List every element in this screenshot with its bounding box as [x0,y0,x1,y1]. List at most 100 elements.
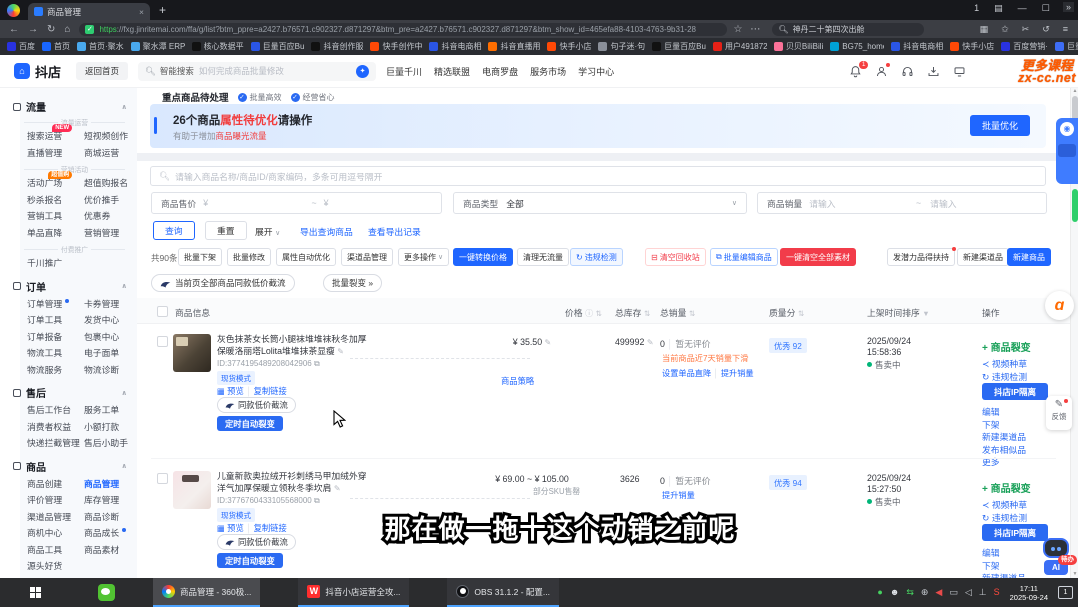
sidebar-item[interactable]: 评价管理 [27,492,70,509]
sidebar-item[interactable]: 千川推广 [27,255,70,272]
side-float-widget[interactable]: ◉ [1056,118,1078,184]
op-link[interactable]: 下架 [982,560,1026,573]
batch-edit-button[interactable]: ⧉批量编辑商品 [710,248,778,266]
sidebar-item[interactable]: 商品管理 [84,476,127,493]
sidebar-item[interactable]: 营销工具 [27,208,70,225]
sidebar-item[interactable]: 卡券管理 [84,296,127,313]
copy-icon[interactable]: ⧉ [314,359,320,368]
col-price[interactable]: 价格 ⓘ ⇅ [565,306,602,319]
price-range-filter[interactable]: 商品售价 ¥ ~ ¥ [151,192,442,214]
sidebar-item[interactable]: 秒杀报名 [27,192,70,209]
sidebar-section-aftersale[interactable]: 售后∧ [27,385,127,400]
bookmark-star-icon[interactable]: ☆ [733,24,742,35]
edit-pencil-icon[interactable]: ✎ [337,347,344,356]
bookmark-item[interactable]: 快手小店 [950,41,994,52]
bookmark-item[interactable]: 抖音创作服 [311,41,363,52]
alibaba-float-icon[interactable]: ɑ [1045,291,1074,320]
product-type-filter[interactable]: 商品类型 全部 ∨ [453,192,747,214]
product-title[interactable]: 儿童新款奥拉绒开衫刺绣马甲加绒外穿洋气加厚保暖立领秋冬季坎肩 ✎ [217,471,367,494]
feedback-float-button[interactable]: ✎ 反馈 [1046,396,1072,430]
intercept-button[interactable]: 同款低价截流 [217,397,296,413]
preview-link[interactable]: 预览 [227,523,244,533]
op-link[interactable]: 发布相似品 [982,444,1026,457]
strategy-link[interactable]: 商品策略 [501,375,534,387]
ai-assistant-float[interactable]: AI 待办 [1041,538,1071,575]
taskbar-app-wps[interactable]: W 抖音小店运营全攻... [298,578,409,607]
col-time[interactable]: 上架时间排序 ▼ [867,306,930,319]
sidebar-item[interactable]: 商品创建 [27,476,70,493]
sidebar-item[interactable]: 售后小助手 [84,435,136,452]
product-image[interactable] [173,471,211,509]
sidebar-item[interactable]: 物流服务 [27,362,70,379]
sidebar-item[interactable]: 营销管理 [84,225,127,242]
tray-icon[interactable]: ◀ [935,588,942,597]
preview-link[interactable]: 预览 [227,386,244,396]
sidebar-item[interactable]: 快递拦截管理 [27,435,88,452]
maximize-button[interactable]: ☐ [1042,3,1050,14]
sidebar-item[interactable]: 服务工单 [84,402,127,419]
menu-icon[interactable]: ≡ [1063,24,1068,35]
sidebar-item[interactable]: 发货中心 [84,312,127,329]
op-link[interactable]: 编辑 [982,406,1026,419]
sidebar-item[interactable]: 消费者权益 [27,419,79,436]
sidebar-item[interactable]: 订单工具 [27,312,70,329]
sidebar-item[interactable]: 活动广场超值购 [27,175,70,192]
export-records-link[interactable]: 查看导出记录 [368,225,421,238]
bookmark-item[interactable]: 百度 [7,41,35,52]
undo-icon[interactable]: ↺ [1042,24,1050,35]
product-fission-link[interactable]: + 商品裂变 [982,480,1031,495]
new-tab-button[interactable]: + [159,3,166,17]
col-sales[interactable]: 总销量 ⇅ [660,306,695,319]
batch-button[interactable]: 渠道品管理 [341,248,393,266]
favorites-icon[interactable]: ✩ [1001,24,1009,35]
taskbar-app-browser[interactable]: 商品管理 - 360极... [153,578,260,607]
sidebar-item[interactable]: 商品诊断 [84,509,127,526]
bookmark-item[interactable]: 百度营销· [1001,41,1048,52]
reset-button[interactable]: 重置 [205,221,247,240]
bookmark-item[interactable]: BG75_home [830,42,884,51]
bookmark-item[interactable]: 核心数据平 [192,41,244,52]
action-center-icon[interactable]: 1 [1058,586,1073,599]
bookmark-item[interactable]: 快手创作中 [370,41,422,52]
bookmark-item[interactable]: 贝贝BiliBili [774,41,823,52]
url-field[interactable]: ✓ https ://fxg.jinritemai.com/ffa/g/list… [79,23,727,36]
sidebar-section-orders[interactable]: 订单∧ [27,279,127,294]
clear-recycle-button[interactable]: ⊟清空回收站 [645,248,706,266]
monitor-icon[interactable] [953,65,966,78]
sidebar-item[interactable]: 订单报备 [27,329,70,346]
tray-icon[interactable]: ● [877,588,882,597]
bookmark-item[interactable]: 抖音电商相 [429,41,481,52]
boost-sales-link[interactable]: 提升销量 [721,369,754,378]
sidebar-item[interactable]: 渠道品管理 [27,509,79,526]
clean-traffic-button[interactable]: 清理无流量 [517,248,569,266]
wechat-icon[interactable] [98,584,115,601]
product-title[interactable]: 灰色抹茶女长筒小腿袜堆堆袜秋冬加厚保暖洛丽塔Lolita堆堆抹茶显瘦 ✎ [217,334,367,357]
op-link[interactable]: 编辑 [982,547,1026,560]
edit-pencil-icon[interactable]: ✎ [334,484,341,493]
bookmark-item[interactable]: 巨量百应Bu [652,41,706,52]
browser-search-box[interactable]: 🔍︎ 神丹二十第四次出舱 [772,23,924,36]
account-icon[interactable] [875,65,888,78]
sidebar-item[interactable]: 商品工具 [27,542,70,559]
violation-check-button[interactable]: ↻违规检测 [570,248,623,266]
op-link[interactable]: 新建渠道品 [982,431,1026,444]
nav-link[interactable]: 学习中心 [576,65,616,78]
bookmark-item[interactable]: 快手小店 [547,41,591,52]
bookmark-item[interactable]: 用户491872 [713,41,767,52]
nav-link[interactable]: 服务市场 [528,65,568,78]
back-icon[interactable]: ← [9,24,19,35]
scroll-up-arrow[interactable]: ▲ [1071,88,1078,94]
sidebar-section-traffic[interactable]: 流量∧ [27,99,127,114]
query-button[interactable]: 查询 [153,221,195,240]
clear-materials-button[interactable]: 一键清空全部素材 [780,248,856,266]
new-product-button[interactable]: 新建商品 [1007,248,1051,266]
col-stock[interactable]: 总库存 ⇅ [615,306,650,319]
violation-check-link[interactable]: ↻ 违规检测 [982,511,1027,524]
back-home-button[interactable]: 返回首页 [76,62,128,80]
auto-fission-button[interactable]: 定时自动裂变 [217,553,283,568]
batch-button[interactable]: 批量修改 [227,248,271,266]
scroll-down-arrow[interactable]: ▼ [1071,571,1078,577]
batch-button[interactable]: 批量下架 [178,248,222,266]
copy-link[interactable]: 复制链接 [254,386,287,396]
forward-icon[interactable]: → [28,24,38,35]
